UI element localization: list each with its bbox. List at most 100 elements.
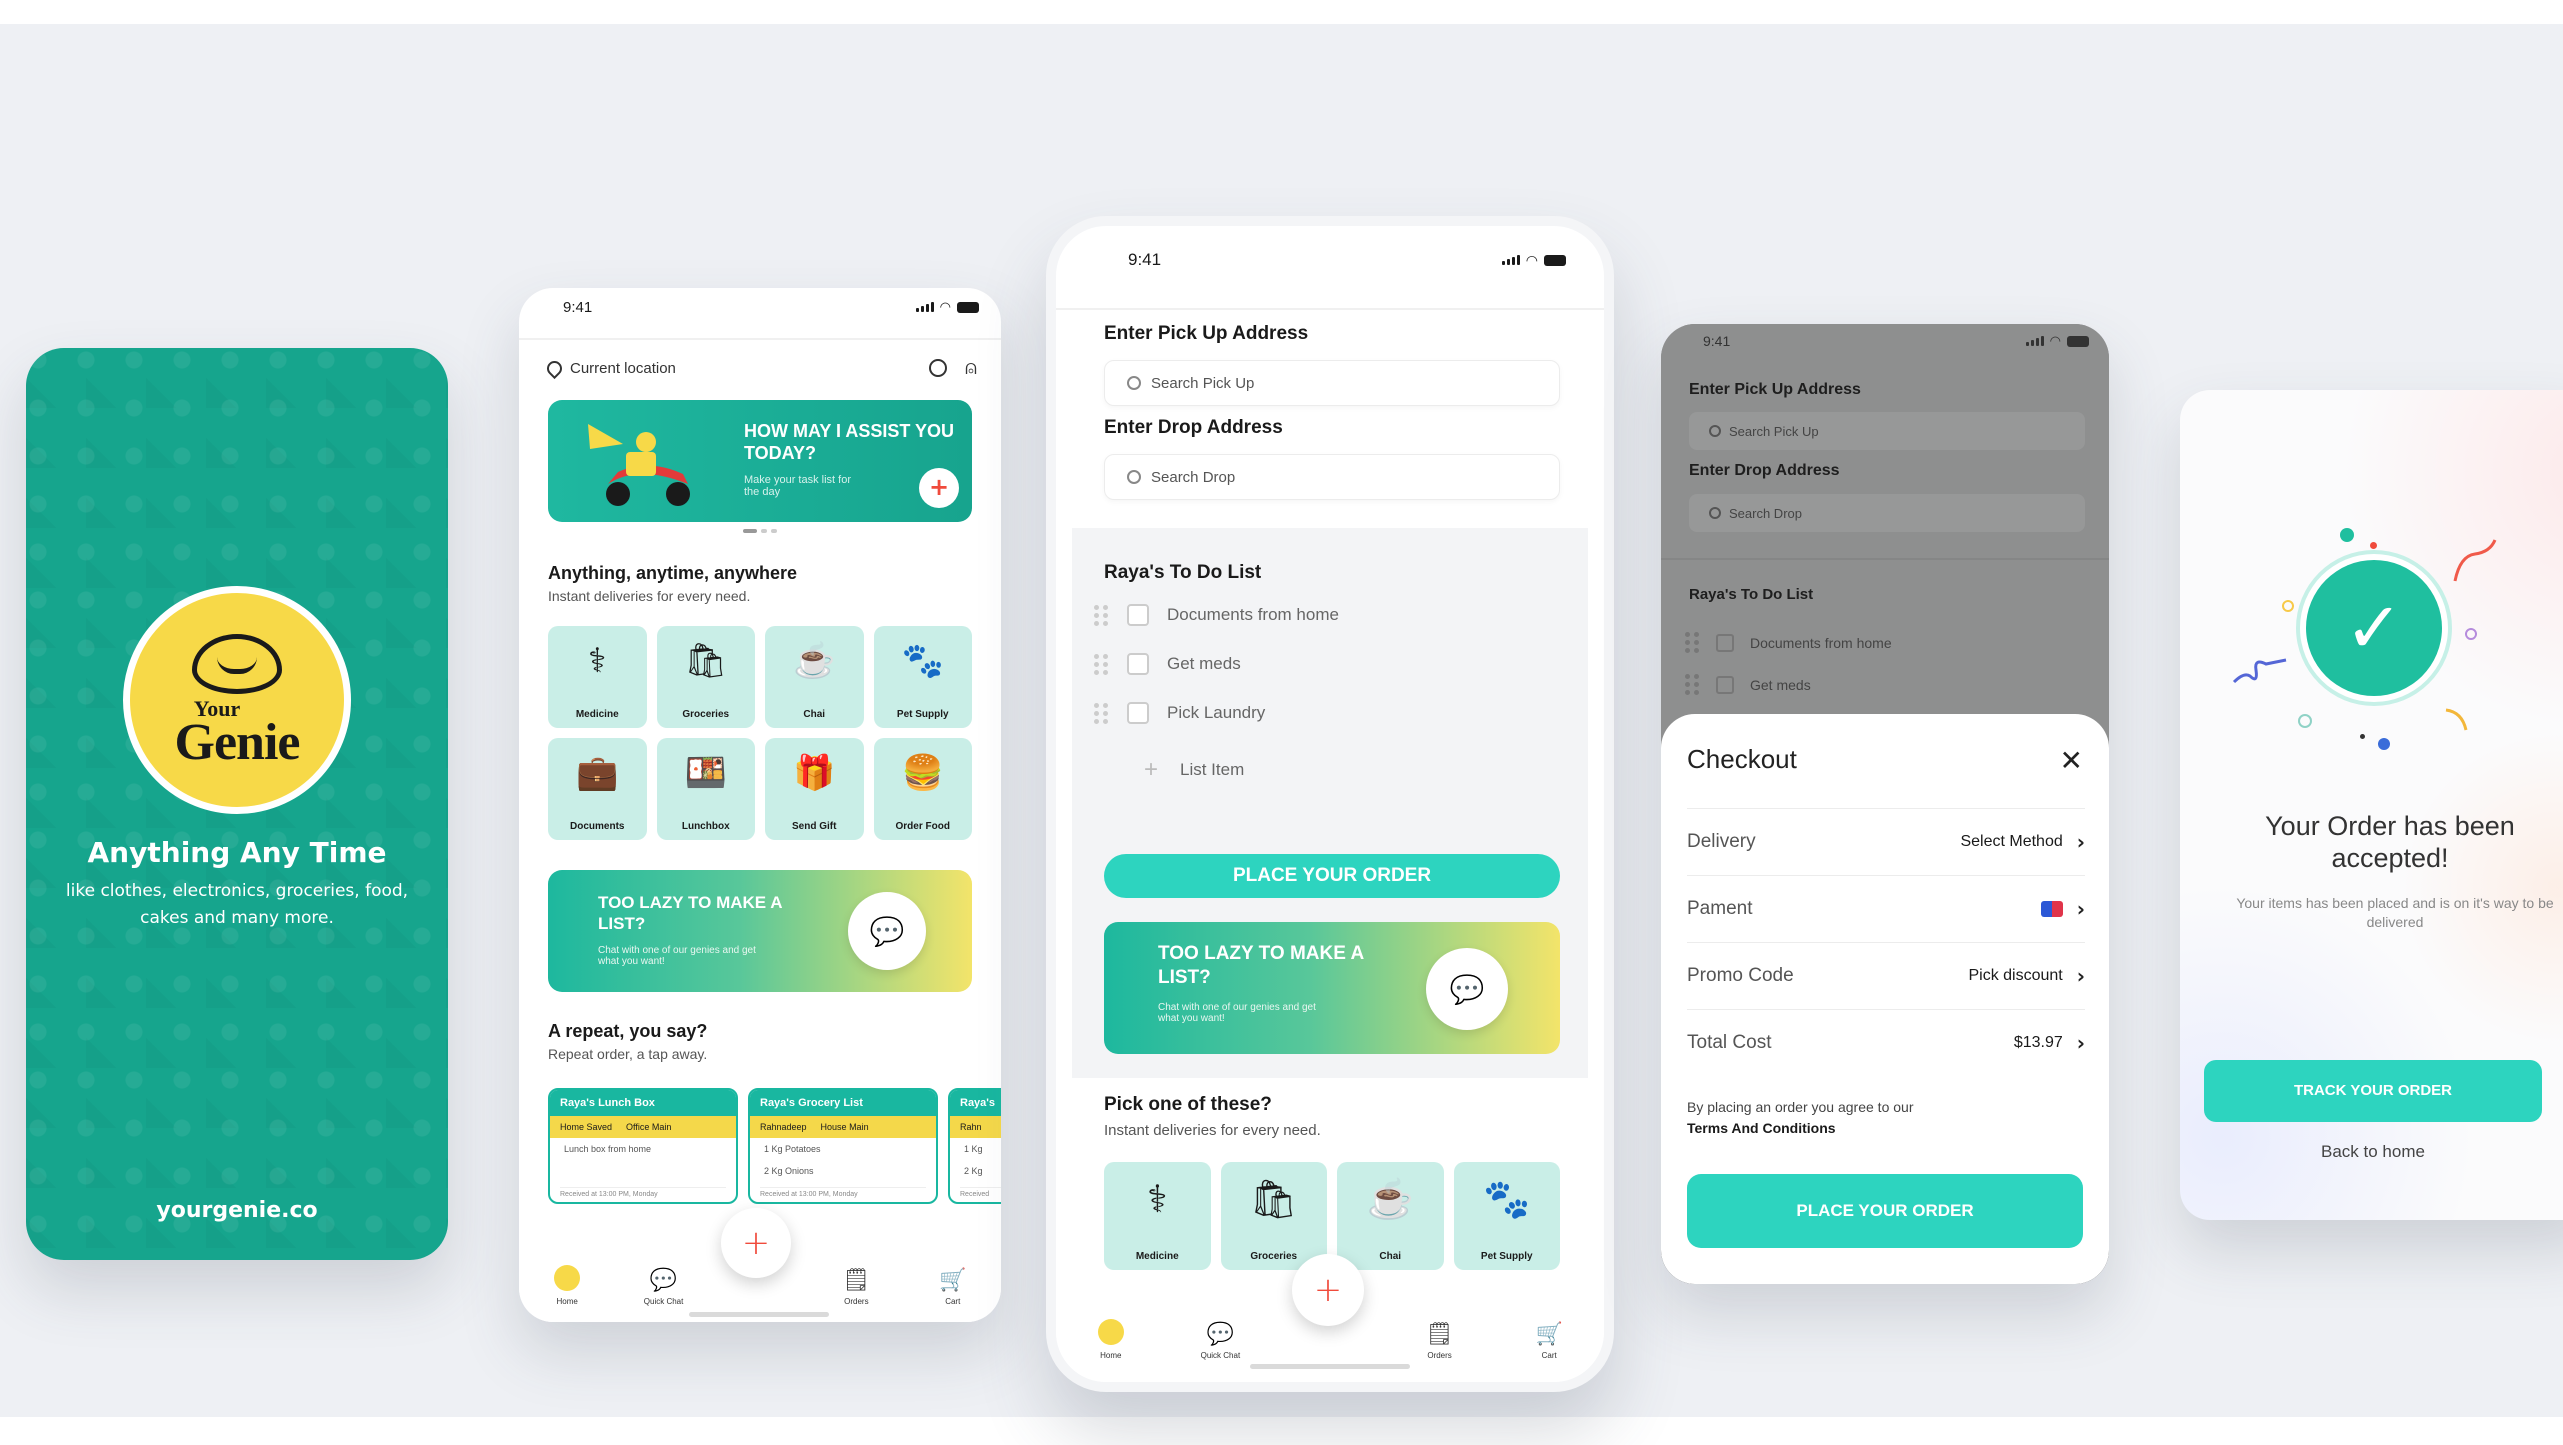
tab-label: Home: [1100, 1351, 1122, 1360]
category-tile[interactable]: 🍔 Order Food: [873, 738, 972, 840]
pickup-placeholder: Search Pick Up: [1151, 374, 1255, 392]
close-icon[interactable]: ✕: [2060, 744, 2083, 777]
category-tile[interactable]: ⚕ Medicine: [548, 626, 647, 728]
signal-icon: [2025, 336, 2044, 346]
todo-item[interactable]: Documents from home: [1094, 604, 1339, 626]
carousel-dots[interactable]: [743, 529, 777, 533]
back-to-home-link[interactable]: Back to home: [2204, 1142, 2542, 1162]
confetti-dot: [2282, 600, 2294, 612]
chat-bubble-icon[interactable]: 💬: [848, 892, 926, 970]
pin-icon: [1709, 507, 1721, 519]
row-value: ›: [2040, 897, 2085, 921]
confetti-dot: [2340, 528, 2354, 542]
tab-quick-chat[interactable]: 💬 Quick Chat: [629, 1269, 699, 1307]
status-time: 9:41: [1703, 333, 1731, 349]
repeat-card-tags: Rahnadeep House Main: [750, 1116, 936, 1138]
fab-add-button[interactable]: +: [1292, 1254, 1364, 1326]
tab-home[interactable]: Home: [1076, 1319, 1146, 1360]
lazy-title: TOO LAZY TO MAKE A LIST?: [598, 893, 782, 933]
drop-field[interactable]: Search Drop: [1104, 454, 1560, 500]
status-bar: 9:41 ◠: [1661, 324, 2109, 358]
place-order-button[interactable]: PLACE YOUR ORDER: [1687, 1174, 2083, 1248]
category-tile[interactable]: 💼 Documents: [548, 738, 647, 840]
checkout-title: Checkout: [1687, 744, 1797, 774]
row-label: Promo Code: [1687, 964, 1794, 986]
pickup-title: Enter Pick Up Address: [1689, 381, 1861, 398]
todo-item: Documents from home: [1685, 632, 1892, 653]
track-order-button[interactable]: TRACK YOUR ORDER: [2204, 1060, 2542, 1122]
tab-orders[interactable]: 🗒 Orders: [1405, 1323, 1475, 1361]
checkout-screen: 9:41 ◠ Enter Pick Up Address Search Pick…: [1661, 324, 2109, 1284]
assist-banner[interactable]: HOW MAY I ASSIST YOU TODAY? Make your ta…: [548, 400, 972, 522]
repeat-order-card[interactable]: Raya's Lunch Box Home Saved Office Main Lun…: [548, 1088, 738, 1204]
tab-home[interactable]: Home: [532, 1265, 602, 1306]
category-tile[interactable]: ⚕ Medicine: [1104, 1162, 1211, 1270]
add-list-item[interactable]: + List Item: [1140, 756, 1244, 784]
pin-icon: [1709, 425, 1721, 437]
status-time: 9:41: [563, 298, 593, 316]
chai-icon: ☕: [793, 642, 836, 681]
todo-item[interactable]: Pick Laundry: [1094, 702, 1265, 724]
category-label: Pet Supply: [896, 709, 949, 720]
checkout-row-total-cost[interactable]: Total Cost $13.97 ›: [1687, 1009, 2085, 1075]
todo-checkbox[interactable]: [1127, 653, 1149, 675]
chat-bubble-icon[interactable]: 💬: [1426, 948, 1508, 1030]
checkout-row-pament[interactable]: Pament ›: [1687, 875, 2085, 941]
tab-label: Home: [556, 1297, 578, 1306]
banner-add-button[interactable]: +: [919, 468, 959, 508]
tab-cart[interactable]: 🛒 Cart: [918, 1269, 988, 1307]
category-tile[interactable]: 🎁 Send Gift: [765, 738, 864, 840]
category-tile[interactable]: 🐾 Pet Supply: [873, 626, 972, 728]
documents-icon: 💼: [576, 754, 619, 793]
terms-link[interactable]: Terms And Conditions: [1687, 1120, 1836, 1136]
repeat-card-title: Raya's Lunch Box: [550, 1090, 736, 1116]
tab-quick-chat[interactable]: 💬 Quick Chat: [1185, 1323, 1255, 1361]
repeat-orders-list: Raya's Lunch Box Home Saved Office Main Lun…: [548, 1088, 1001, 1208]
tab-cart[interactable]: 🛒 Cart: [1514, 1323, 1584, 1361]
row-value: $13.97 ›: [2014, 1031, 2085, 1055]
repeat-card-line: 2 Kg Onions: [764, 1166, 814, 1176]
category-tile[interactable]: ☕ Chai: [1337, 1162, 1444, 1270]
category-label: Lunchbox: [681, 821, 730, 832]
drag-handle-icon[interactable]: [1094, 653, 1109, 675]
repeat-order-card[interactable]: Raya's Rahn 1 Kg 2 Kg Received: [948, 1088, 1001, 1204]
category-tile[interactable]: ☕ Chai: [765, 626, 864, 728]
lazy-chat-banner[interactable]: TOO LAZY TO MAKE A LIST? Chat with one o…: [548, 870, 972, 992]
repeat-card-tags: Rahn: [950, 1116, 1001, 1138]
category-tile[interactable]: 🛍 Groceries: [656, 626, 755, 728]
todo-item[interactable]: Get meds: [1094, 653, 1241, 675]
location-bar[interactable]: Current location ⍝: [543, 348, 977, 388]
order-accepted-screen: ✓ Your Order has been accepted! Your ite…: [2180, 390, 2563, 1220]
todo-title: Raya's To Do List: [1104, 562, 1262, 583]
category-tile[interactable]: 🛍 Groceries: [1220, 1162, 1327, 1270]
profile-icon[interactable]: ⍝: [965, 358, 977, 378]
splash-url: yourgenie.co: [156, 1198, 318, 1223]
drag-handle-icon[interactable]: [1094, 604, 1109, 626]
fab-add-button[interactable]: +: [721, 1208, 791, 1278]
place-order-button[interactable]: PLACE YOUR ORDER: [1104, 854, 1560, 898]
confetti-dot: [2378, 738, 2390, 750]
todo-checkbox[interactable]: [1127, 604, 1149, 626]
home-tab-icon: [554, 1265, 581, 1291]
category-label: Chai: [1379, 1251, 1402, 1262]
lazy-chat-banner[interactable]: TOO LAZY TO MAKE A LIST? Chat with one o…: [1104, 922, 1560, 1054]
category-label: Groceries: [1250, 1251, 1298, 1262]
drag-handle-icon[interactable]: [1094, 702, 1109, 724]
checkout-row-promo-code[interactable]: Promo Code Pick discount ›: [1687, 942, 2085, 1008]
scooter-genie-illustration: [588, 424, 690, 506]
tab-orders[interactable]: 🗒 Orders: [821, 1269, 891, 1307]
splash-tagline: Anything Any Time: [87, 836, 387, 869]
pickup-field[interactable]: Search Pick Up: [1104, 360, 1560, 406]
category-tile[interactable]: 🐾 Pet Supply: [1453, 1162, 1560, 1270]
category-tile[interactable]: 🍱 Lunchbox: [656, 738, 755, 840]
groceries-icon: 🛍: [684, 642, 728, 681]
row-label: Pament: [1687, 897, 1753, 919]
checkout-row-delivery[interactable]: Delivery Select Method ›: [1687, 808, 2085, 874]
search-icon[interactable]: [929, 359, 947, 377]
repeat-order-card[interactable]: Raya's Grocery List Rahnadeep House Main 1 …: [748, 1088, 938, 1204]
signal-icon: [1501, 255, 1520, 265]
banner-title: HOW MAY I ASSIST YOU TODAY?: [744, 421, 955, 463]
pet-supply-icon: 🐾: [1483, 1179, 1531, 1222]
todo-checkbox[interactable]: [1127, 702, 1149, 724]
battery-icon: [1544, 254, 1566, 266]
